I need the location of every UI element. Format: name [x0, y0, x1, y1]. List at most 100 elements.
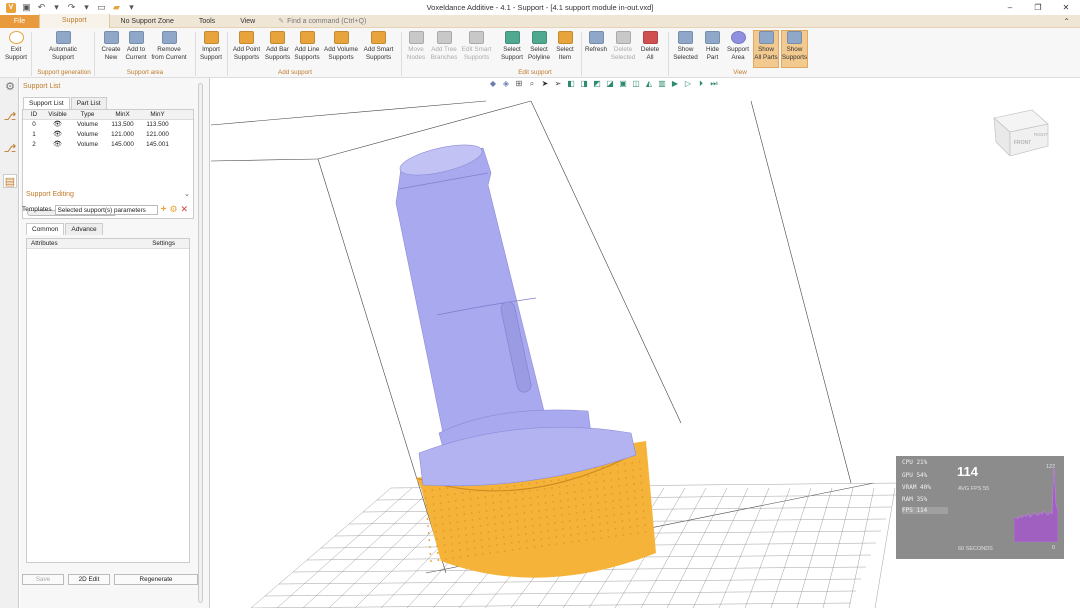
- tab-part-list[interactable]: Part List: [70, 97, 107, 109]
- view-right-icon[interactable]: ◪: [605, 79, 615, 89]
- support-table: ID Visible Type MinX MinY 0 👁 Volume 113…: [22, 109, 194, 219]
- delete-all-button[interactable]: Delete All: [639, 31, 661, 61]
- add-smart-supports-button[interactable]: Add Smart Supports: [362, 31, 395, 61]
- eye-icon[interactable]: 👁: [45, 120, 70, 130]
- add-to-current-button[interactable]: Add to Current: [124, 31, 148, 61]
- fps-stat: FPS 114: [902, 507, 948, 514]
- save-button[interactable]: Save: [22, 574, 64, 585]
- close-button[interactable]: ✕: [1052, 0, 1080, 15]
- add-volume-supports-button[interactable]: Add Volume Supports: [323, 31, 359, 61]
- col-visible[interactable]: Visible: [45, 110, 70, 119]
- add-tree-branches-button[interactable]: Add Tree Branches: [430, 31, 458, 61]
- view-cube[interactable]: FRONT RIGHT: [992, 108, 1050, 156]
- add-point-supports-button[interactable]: Add Point Supports: [232, 31, 261, 61]
- add-line-supports-button[interactable]: Add Line Supports: [293, 31, 321, 61]
- col-minx[interactable]: MinX: [105, 110, 140, 119]
- col-type[interactable]: Type: [70, 110, 105, 119]
- show-selected-icon: [678, 31, 693, 44]
- tab-support-list[interactable]: Support List: [23, 97, 70, 109]
- fps-graph: [1014, 466, 1058, 542]
- eye-icon[interactable]: 👁: [45, 130, 70, 140]
- view-front-icon[interactable]: ◧: [566, 79, 576, 89]
- volume-support-icon: [333, 31, 349, 44]
- group-edit-support: Edit support: [518, 69, 552, 76]
- support-list-icon[interactable]: ▤: [3, 174, 17, 188]
- view-iso-icon[interactable]: ◭: [644, 79, 654, 89]
- play-icon[interactable]: ▶: [670, 79, 680, 89]
- zoom-fit-icon[interactable]: ⊞: [514, 79, 524, 89]
- support-tree-icon[interactable]: ⎇: [3, 142, 17, 156]
- next-icon[interactable]: ⏵: [696, 79, 706, 89]
- add-template-icon[interactable]: +: [161, 204, 167, 215]
- minimize-button[interactable]: –: [996, 0, 1024, 15]
- move-arrow-icon[interactable]: ➢: [553, 79, 563, 89]
- table-row[interactable]: 0 👁 Volume 113.500 113.500: [23, 120, 193, 130]
- show-supports-button[interactable]: Show Supports: [781, 30, 808, 68]
- view-left-icon[interactable]: ◩: [592, 79, 602, 89]
- regenerate-button[interactable]: Regenerate: [114, 574, 198, 585]
- support-list-tabs: Support List Part List: [23, 97, 108, 109]
- edit-2d-button[interactable]: 2D Edit: [68, 574, 110, 585]
- view-top-icon[interactable]: ▣: [618, 79, 628, 89]
- delete-selected-button[interactable]: Delete Selected: [611, 31, 635, 61]
- menu-bar: File Support No Support Zone Tools View …: [0, 14, 1080, 28]
- menu-no-support-zone[interactable]: No Support Zone: [110, 15, 185, 28]
- maximize-button[interactable]: ❐: [1024, 0, 1052, 15]
- col-miny[interactable]: MinY: [140, 110, 175, 119]
- table-row[interactable]: 2 👁 Volume 145.000 145.001: [23, 140, 193, 150]
- last-icon[interactable]: ⏭: [709, 79, 719, 89]
- automatic-support-button[interactable]: Automatic Support: [46, 31, 80, 61]
- show-supports-icon: [787, 31, 802, 44]
- refresh-button[interactable]: Refresh: [585, 31, 607, 54]
- perspective-icon[interactable]: ◈: [501, 79, 511, 89]
- collapse-ribbon-icon[interactable]: ⌃: [1063, 17, 1070, 26]
- remove-from-current-icon: [161, 31, 177, 44]
- table-row[interactable]: 1 👁 Volume 121.000 121.000: [23, 130, 193, 140]
- delete-template-icon[interactable]: ✕: [181, 204, 189, 215]
- zoom-icon[interactable]: ⌕: [527, 79, 537, 89]
- vram-stat: VRAM 40%: [902, 484, 931, 491]
- view-cube-icon[interactable]: ◆: [488, 79, 498, 89]
- menu-view[interactable]: View: [229, 15, 266, 28]
- eye-icon[interactable]: 👁: [45, 140, 70, 150]
- section-icon[interactable]: ▥: [657, 79, 667, 89]
- remove-from-current-button[interactable]: Remove from Current: [150, 31, 188, 61]
- smart-support-icon: [371, 31, 386, 44]
- tab-advance[interactable]: Advance: [65, 223, 103, 235]
- select-item-button[interactable]: Select Item: [554, 31, 576, 61]
- avg-fps: AVG FPS 55: [958, 486, 990, 492]
- support-area-button[interactable]: Support Area: [726, 31, 750, 61]
- part-tree-icon[interactable]: ⎇: [3, 110, 17, 124]
- menu-tools[interactable]: Tools: [185, 15, 229, 28]
- select-arrow-icon[interactable]: ➤: [540, 79, 550, 89]
- menu-support[interactable]: Support: [39, 14, 110, 28]
- show-all-parts-icon: [758, 31, 774, 44]
- col-id[interactable]: ID: [23, 110, 45, 119]
- edit-smart-supports-button[interactable]: Edit Smart Supports: [460, 31, 493, 61]
- view-back-icon[interactable]: ◨: [579, 79, 589, 89]
- tab-common[interactable]: Common: [26, 223, 65, 235]
- command-search[interactable]: ✎ Find a command (Ctrl+Q): [278, 17, 366, 26]
- create-new-button[interactable]: Create New: [99, 31, 123, 61]
- settings-gear-icon[interactable]: ⚙: [3, 80, 17, 94]
- collapse-chevron-icon[interactable]: ⌄: [184, 190, 190, 198]
- import-support-button[interactable]: Import Support: [199, 31, 223, 61]
- add-bar-supports-button[interactable]: Add Bar Supports: [264, 31, 291, 61]
- gear-icon[interactable]: ⚙: [169, 204, 177, 215]
- cpu-stat: CPU 21%: [902, 459, 928, 466]
- step-icon[interactable]: ▷: [683, 79, 693, 89]
- select-polyline-button[interactable]: Select Polyline: [527, 31, 551, 61]
- hide-part-button[interactable]: Hide Part: [702, 31, 723, 61]
- move-nodes-button[interactable]: Move Nodes: [405, 31, 427, 61]
- support-editing-title: Support Editing: [26, 191, 74, 198]
- create-new-icon: [103, 31, 119, 44]
- view-bottom-icon[interactable]: ◫: [631, 79, 641, 89]
- menu-file[interactable]: File: [0, 14, 39, 28]
- show-all-parts-button[interactable]: Show All Parts: [753, 30, 779, 68]
- templates-select[interactable]: Selected support(s) parameters: [54, 204, 158, 215]
- show-selected-button[interactable]: Show Selected: [672, 31, 699, 61]
- scrollbar-vertical[interactable]: [198, 83, 203, 603]
- select-support-button[interactable]: Select Support: [500, 31, 524, 61]
- fps-graph-area: [1014, 466, 1058, 542]
- exit-support-button[interactable]: Exit Support: [3, 31, 29, 61]
